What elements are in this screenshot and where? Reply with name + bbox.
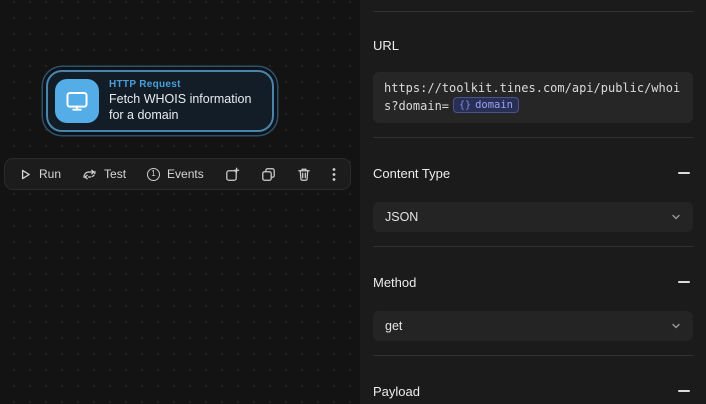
run-button[interactable]: Run: [17, 162, 63, 186]
method-label: Method: [373, 274, 417, 290]
chevron-down-icon: [672, 214, 680, 220]
more-options-button[interactable]: [330, 162, 338, 186]
content-type-label: Content Type: [373, 165, 451, 181]
content-type-collapse-button[interactable]: [675, 164, 693, 182]
url-section-label: URL: [373, 38, 400, 53]
content-type-value: JSON: [385, 210, 419, 224]
events-label: Events: [167, 167, 204, 181]
workflow-canvas[interactable]: HTTP Request Fetch WHOIS information for…: [0, 0, 360, 404]
panel-divider: [373, 246, 693, 247]
domain-variable-pill[interactable]: {} domain: [453, 97, 520, 113]
monitor-icon: [66, 92, 88, 111]
url-value: https://toolkit.tines.com/api/public/who…: [384, 81, 681, 113]
panel-divider: [373, 11, 693, 12]
content-type-dropdown[interactable]: JSON: [373, 202, 693, 232]
delete-button[interactable]: [295, 162, 313, 186]
export-icon: [225, 167, 239, 181]
node-action-toolbar: Run Test 1 Events: [4, 158, 351, 190]
copy-icon: [261, 167, 275, 181]
content-type-section-header: Content Type: [373, 164, 693, 182]
events-count-icon: 1: [147, 167, 161, 181]
url-section-header: URL: [373, 38, 693, 53]
method-collapse-button[interactable]: [675, 273, 693, 291]
url-input[interactable]: https://toolkit.tines.com/api/public/who…: [373, 72, 693, 123]
panel-divider: [373, 137, 693, 138]
chevron-down-icon: [672, 323, 680, 329]
events-count: 1: [151, 169, 156, 178]
payload-label: Payload: [373, 383, 420, 399]
node-type-label: HTTP Request: [109, 79, 181, 91]
test-loop-icon: [83, 169, 96, 179]
play-icon: [21, 169, 30, 179]
run-label: Run: [39, 167, 62, 181]
payload-section-header: Payload: [373, 382, 693, 400]
http-request-node[interactable]: HTTP Request Fetch WHOIS information for…: [46, 70, 274, 132]
test-label: Test: [104, 167, 127, 181]
kebab-icon: [332, 167, 336, 181]
domain-pill-label: domain: [475, 98, 514, 111]
method-section-header: Method: [373, 273, 693, 291]
node-icon-tile: [55, 79, 99, 123]
braces-icon: {}: [459, 99, 472, 111]
action-config-panel: URL https://toolkit.tines.com/api/public…: [360, 0, 706, 404]
payload-collapse-button[interactable]: [675, 382, 693, 400]
export-button[interactable]: [223, 162, 242, 186]
trash-icon: [297, 168, 310, 181]
method-value: get: [385, 319, 403, 333]
panel-divider: [373, 355, 693, 356]
events-button[interactable]: 1 Events: [145, 162, 206, 186]
minus-icon: [678, 390, 690, 392]
method-dropdown[interactable]: get: [373, 311, 693, 341]
node-title: Fetch WHOIS information for a domain: [109, 92, 252, 122]
minus-icon: [678, 281, 690, 283]
test-button[interactable]: Test: [80, 162, 128, 186]
copy-button[interactable]: [259, 162, 278, 186]
minus-icon: [678, 172, 690, 174]
